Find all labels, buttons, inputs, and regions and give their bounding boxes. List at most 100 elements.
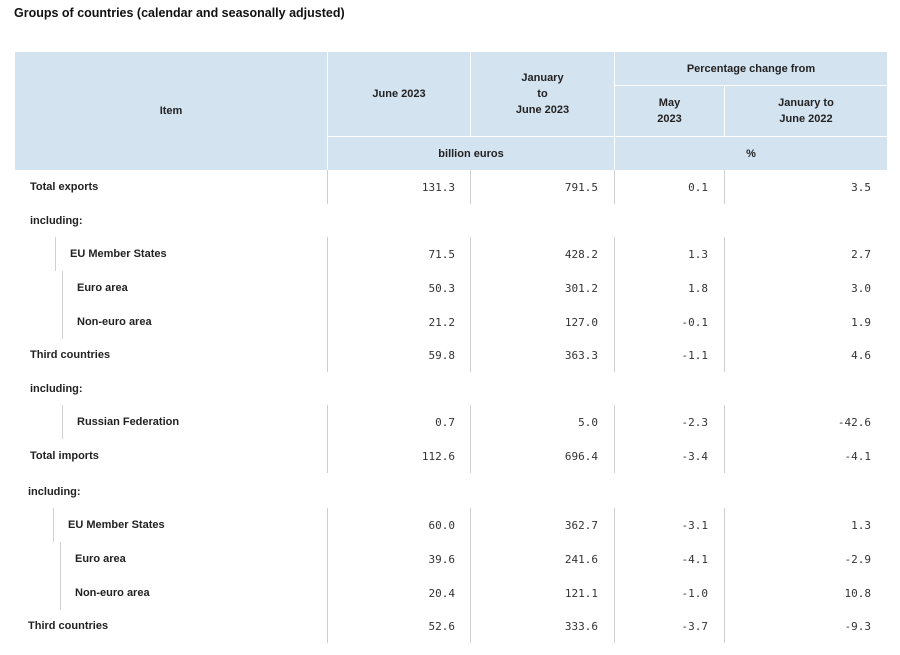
column-divider: [327, 338, 328, 372]
column-divider: [724, 542, 725, 576]
cell-jan-to-june-2023: 362.7: [564, 518, 598, 532]
column-divider: [327, 237, 328, 271]
table-row: including:: [15, 475, 887, 509]
cell-june-2023: 50.3: [428, 281, 456, 295]
header-june-2023: June 2023: [372, 88, 426, 100]
column-divider: [470, 508, 471, 542]
cell-jan-to-june-2023: 127.0: [564, 315, 598, 329]
header-may-2023: May 2023: [657, 97, 682, 125]
table-row: including:: [15, 372, 887, 406]
cell-change-may-2023: -1.0: [681, 586, 709, 600]
column-divider: [470, 338, 471, 372]
header-item: Item: [159, 105, 183, 117]
cell-change-may-2023: -3.4: [681, 449, 709, 463]
cell-change-may-2023: 0.1: [688, 180, 708, 194]
table-title: Groups of countries (calendar and season…: [14, 6, 345, 20]
cell-june-2023: 112.6: [421, 449, 455, 463]
cell-jan-to-june-2023: 696.4: [564, 449, 598, 463]
row-label: Non-euro area: [77, 316, 152, 328]
column-divider: [327, 439, 328, 473]
column-divider: [327, 576, 328, 610]
row-label: Third countries: [28, 620, 109, 632]
row-label: Total imports: [30, 450, 99, 462]
cell-change-jan-to-june-2022: 3.0: [851, 281, 871, 295]
column-divider: [724, 609, 725, 643]
row-label: Euro area: [75, 553, 126, 565]
column-divider: [724, 439, 725, 473]
table-row: Third countries 59.8 363.3 -1.1 4.6: [15, 338, 887, 372]
indent-guide: [62, 305, 63, 339]
row-label: including:: [28, 486, 81, 498]
column-divider: [327, 271, 328, 305]
column-divider: [327, 508, 328, 542]
cell-change-may-2023: -0.1: [681, 315, 709, 329]
cell-change-jan-to-june-2022: -42.6: [837, 415, 871, 429]
cell-change-may-2023: -1.1: [681, 348, 709, 362]
column-divider: [327, 305, 328, 339]
cell-jan-to-june-2023: 333.6: [564, 619, 598, 633]
column-divider: [724, 170, 725, 204]
column-divider: [327, 609, 328, 643]
table-row: Total imports 112.6 696.4 -3.4 -4.1: [15, 439, 887, 473]
header-percentage-change: Percentage change from: [686, 62, 816, 75]
indent-guide: [53, 508, 54, 542]
cell-june-2023: 0.7: [435, 415, 455, 429]
cell-change-jan-to-june-2022: 1.9: [851, 315, 871, 329]
cell-june-2023: 71.5: [428, 247, 456, 261]
cell-june-2023: 39.6: [428, 552, 456, 566]
column-divider: [470, 576, 471, 610]
row-label: EU Member States: [70, 248, 167, 260]
table-row: Russian Federation 0.7 5.0 -2.3 -42.6: [15, 405, 887, 439]
cell-change-may-2023: 1.3: [688, 247, 708, 261]
row-label: EU Member States: [68, 519, 165, 531]
cell-jan-to-june-2023: 363.3: [564, 348, 598, 362]
column-divider: [724, 508, 725, 542]
column-divider: [724, 405, 725, 439]
table-row: Euro area 50.3 301.2 1.8 3.0: [15, 271, 887, 305]
cell-change-jan-to-june-2022: 10.8: [844, 586, 872, 600]
row-label: Non-euro area: [75, 587, 150, 599]
column-divider: [470, 439, 471, 473]
cell-jan-to-june-2023: 121.1: [564, 586, 598, 600]
cell-change-may-2023: -3.1: [681, 518, 709, 532]
cell-change-jan-to-june-2022: 2.7: [851, 247, 871, 261]
cell-june-2023: 21.2: [428, 315, 456, 329]
cell-june-2023: 60.0: [428, 518, 456, 532]
row-label: Third countries: [30, 349, 111, 361]
cell-jan-to-june-2023: 241.6: [564, 552, 598, 566]
unit-percent: %: [746, 147, 756, 160]
cell-june-2023: 52.6: [428, 619, 456, 633]
cell-june-2023: 59.8: [428, 348, 456, 362]
indent-guide: [55, 237, 56, 271]
column-divider: [724, 338, 725, 372]
row-label: including:: [30, 383, 83, 395]
column-divider: [470, 271, 471, 305]
indent-guide: [60, 542, 61, 576]
column-divider: [327, 542, 328, 576]
table-row: Euro area 39.6 241.6 -4.1 -2.9: [15, 542, 887, 576]
header-jan-to-june-2022: January to June 2022: [778, 97, 834, 125]
unit-billion-euros: billion euros: [438, 147, 504, 160]
cell-change-jan-to-june-2022: -4.1: [844, 449, 872, 463]
column-divider: [724, 305, 725, 339]
table-row: Third countries 52.6 333.6 -3.7 -9.3: [15, 609, 887, 643]
column-divider: [470, 542, 471, 576]
cell-change-may-2023: -3.7: [681, 619, 709, 633]
cell-change-jan-to-june-2022: 3.5: [851, 180, 871, 194]
header-jan-to-june-2023: January to June 2023: [515, 72, 570, 116]
row-label: Total exports: [30, 181, 99, 193]
cell-jan-to-june-2023: 428.2: [564, 247, 598, 261]
column-divider: [470, 170, 471, 204]
cell-change-may-2023: -2.3: [681, 415, 709, 429]
table-row: Non-euro area 20.4 121.1 -1.0 10.8: [15, 576, 887, 610]
column-divider: [724, 237, 725, 271]
cell-change-may-2023: -4.1: [681, 552, 709, 566]
table-row: including:: [15, 204, 887, 238]
column-divider: [470, 305, 471, 339]
column-divider: [327, 405, 328, 439]
cell-change-jan-to-june-2022: 4.6: [851, 348, 871, 362]
column-divider: [470, 609, 471, 643]
column-divider: [327, 170, 328, 204]
column-divider: [470, 405, 471, 439]
column-divider: [470, 237, 471, 271]
